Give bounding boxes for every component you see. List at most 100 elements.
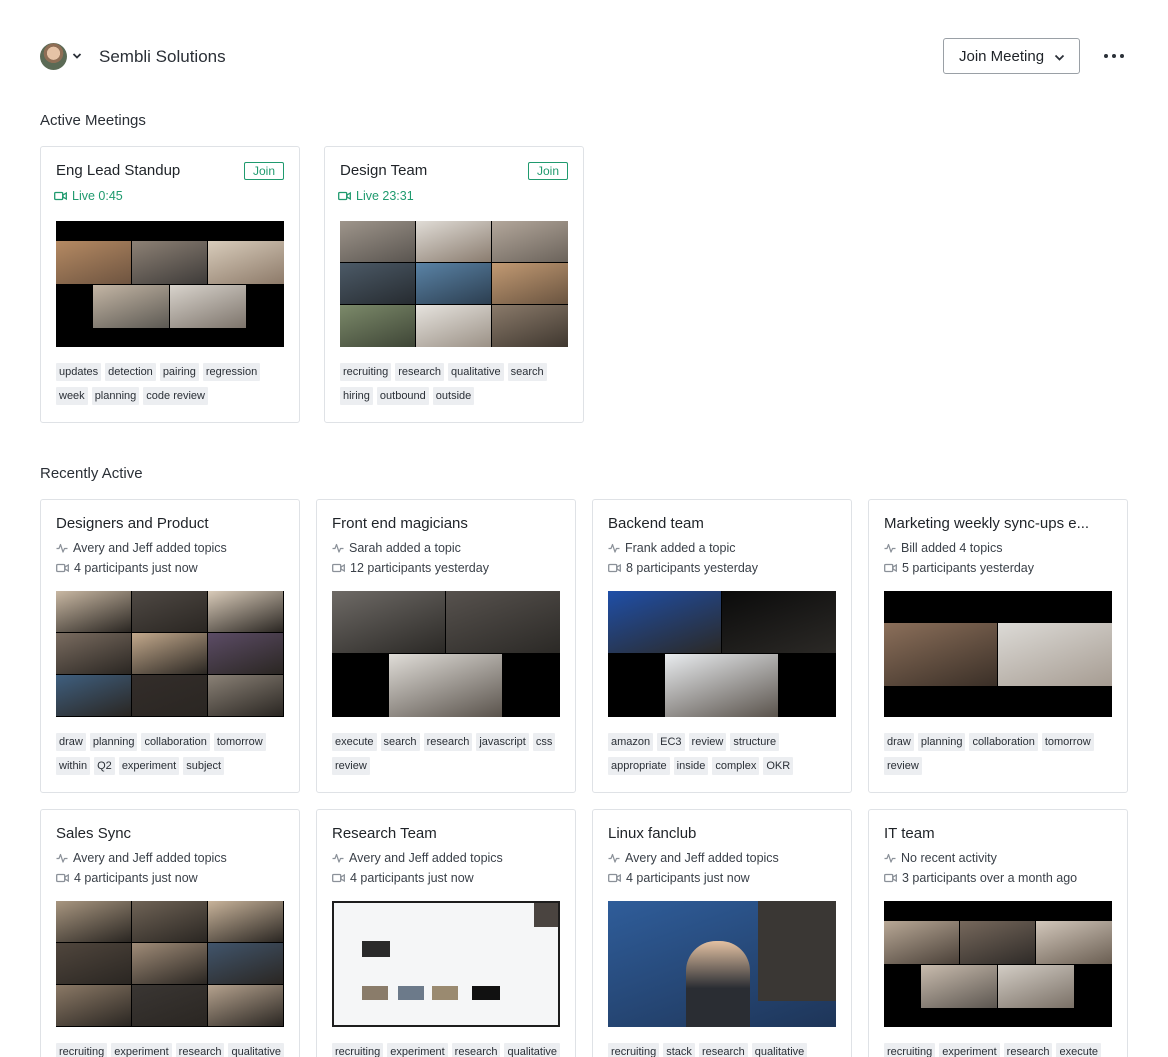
- topic-tag[interactable]: pairing: [159, 363, 199, 381]
- live-timer: Live 0:45: [72, 189, 123, 203]
- topic-tag[interactable]: execute: [332, 733, 377, 751]
- topic-tag[interactable]: OKR: [763, 757, 794, 775]
- more-options-icon[interactable]: [1104, 46, 1128, 66]
- topic-tag[interactable]: research: [395, 363, 445, 381]
- topic-tag[interactable]: research: [1003, 1043, 1053, 1057]
- meeting-thumbnail[interactable]: [608, 901, 836, 1027]
- topic-tag[interactable]: tomorrow: [1041, 733, 1094, 751]
- topic-tag[interactable]: research: [423, 733, 473, 751]
- video-camera-icon: [56, 563, 69, 573]
- topic-tags: amazon EC3 review structure appropriate insid…: [608, 733, 840, 775]
- join-button[interactable]: Join: [243, 162, 284, 180]
- topic-tag[interactable]: regression: [202, 363, 261, 381]
- topic-tag[interactable]: EC3: [657, 733, 685, 751]
- participants-text: 5 participants yesterday: [902, 561, 1035, 575]
- topic-tag[interactable]: hiring: [340, 387, 373, 405]
- meeting-thumbnail[interactable]: [56, 901, 284, 1027]
- topic-tag[interactable]: week: [56, 387, 88, 405]
- meeting-thumbnail[interactable]: [340, 221, 568, 347]
- topic-tag[interactable]: experiment: [111, 1043, 172, 1057]
- topic-tag[interactable]: execute: [1056, 1043, 1101, 1057]
- topic-tag[interactable]: planning: [89, 733, 138, 751]
- topic-tag[interactable]: review: [884, 757, 922, 775]
- topic-tag[interactable]: qualitative: [228, 1043, 285, 1057]
- topic-tag[interactable]: amazon: [608, 733, 654, 751]
- topic-tag[interactable]: recruiting: [340, 363, 392, 381]
- topic-tag[interactable]: research: [175, 1043, 225, 1057]
- recent-meeting-card[interactable]: IT team No recent activity 3 participants …: [868, 809, 1128, 1057]
- topic-tag[interactable]: subject: [183, 757, 225, 775]
- meeting-thumbnail[interactable]: [56, 221, 284, 347]
- recently-active-heading: Recently Active: [40, 465, 143, 482]
- topic-tag[interactable]: updates: [56, 363, 102, 381]
- topic-tag[interactable]: detection: [105, 363, 156, 381]
- chevron-down-icon[interactable]: [72, 51, 82, 61]
- meeting-thumbnail[interactable]: [884, 591, 1112, 717]
- recent-meeting-card[interactable]: Designers and Product Avery and Jeff adde…: [40, 499, 300, 793]
- topic-tag[interactable]: qualitative: [448, 363, 504, 381]
- recent-activity: Bill added 4 topics: [884, 541, 1002, 555]
- participants-info: 4 participants just now: [608, 871, 750, 885]
- meeting-thumbnail[interactable]: [608, 591, 836, 717]
- topic-tag[interactable]: javascript: [476, 733, 529, 751]
- meeting-thumbnail[interactable]: [884, 901, 1112, 1027]
- meeting-title: IT team: [884, 825, 935, 842]
- topic-tag[interactable]: qualitative: [751, 1043, 808, 1057]
- topic-tag[interactable]: qualitative: [504, 1043, 561, 1057]
- recent-meeting-card[interactable]: Marketing weekly sync-ups e... Bill added…: [868, 499, 1128, 793]
- video-camera-icon: [54, 191, 67, 201]
- video-camera-icon: [884, 873, 897, 883]
- recent-meeting-card[interactable]: Research Team Avery and Jeff added topics…: [316, 809, 576, 1057]
- meeting-thumbnail[interactable]: [332, 591, 560, 717]
- topic-tag[interactable]: css: [532, 733, 556, 751]
- active-meeting-card[interactable]: Eng Lead Standup Join Live 0:45 updates …: [40, 146, 300, 423]
- meeting-thumbnail[interactable]: [332, 901, 560, 1027]
- topic-tag[interactable]: experiment: [118, 757, 180, 775]
- recent-meeting-card[interactable]: Backend team Frank added a topic 8 partici…: [592, 499, 852, 793]
- video-camera-icon: [338, 191, 351, 201]
- join-button[interactable]: Join: [527, 162, 568, 180]
- topic-tag[interactable]: review: [332, 757, 370, 775]
- topic-tag[interactable]: Q2: [94, 757, 115, 775]
- topic-tag[interactable]: experiment: [387, 1043, 448, 1057]
- meeting-thumbnail[interactable]: [56, 591, 284, 717]
- topic-tag[interactable]: recruiting: [56, 1043, 108, 1057]
- topic-tag[interactable]: planning: [91, 387, 140, 405]
- topic-tag[interactable]: code review: [143, 387, 208, 405]
- topic-tag[interactable]: complex: [712, 757, 760, 775]
- topic-tag[interactable]: outside: [432, 387, 475, 405]
- recent-meeting-card[interactable]: Sales Sync Avery and Jeff added topics 4 p…: [40, 809, 300, 1057]
- topic-tag[interactable]: recruiting: [332, 1043, 384, 1057]
- topic-tag[interactable]: recruiting: [608, 1043, 660, 1057]
- recent-activity: Avery and Jeff added topics: [56, 851, 227, 865]
- topic-tag[interactable]: research: [451, 1043, 501, 1057]
- recent-meeting-card[interactable]: Linux fanclub Avery and Jeff added topics…: [592, 809, 852, 1057]
- topic-tag[interactable]: tomorrow: [213, 733, 266, 751]
- topic-tag[interactable]: within: [56, 757, 91, 775]
- topic-tag[interactable]: search: [380, 733, 420, 751]
- active-meeting-card[interactable]: Design Team Join Live 23:31 recruiting r…: [324, 146, 584, 423]
- topic-tag[interactable]: search: [507, 363, 547, 381]
- topic-tag[interactable]: collaboration: [141, 733, 210, 751]
- chevron-down-icon: [1054, 54, 1065, 61]
- topic-tag[interactable]: structure: [730, 733, 780, 751]
- topic-tag[interactable]: draw: [884, 733, 914, 751]
- join-meeting-button[interactable]: Join Meeting: [943, 38, 1080, 74]
- topic-tag[interactable]: recruiting: [884, 1043, 936, 1057]
- activity-text: Avery and Jeff added topics: [349, 851, 503, 865]
- topic-tag[interactable]: research: [698, 1043, 748, 1057]
- recent-meeting-card[interactable]: Front end magicians Sarah added a topic 12…: [316, 499, 576, 793]
- topic-tag[interactable]: collaboration: [969, 733, 1038, 751]
- topic-tag[interactable]: review: [688, 733, 727, 751]
- user-avatar[interactable]: [40, 43, 67, 70]
- topic-tags: draw planning collaboration tomorrow review: [884, 733, 1116, 775]
- live-status: Live 23:31: [338, 189, 414, 203]
- topic-tag[interactable]: experiment: [939, 1043, 1000, 1057]
- topic-tag[interactable]: inside: [673, 757, 709, 775]
- topic-tag[interactable]: appropriate: [608, 757, 670, 775]
- live-status: Live 0:45: [54, 189, 123, 203]
- topic-tag[interactable]: outbound: [376, 387, 429, 405]
- topic-tag[interactable]: planning: [917, 733, 966, 751]
- topic-tag[interactable]: draw: [56, 733, 86, 751]
- topic-tag[interactable]: stack: [663, 1043, 695, 1057]
